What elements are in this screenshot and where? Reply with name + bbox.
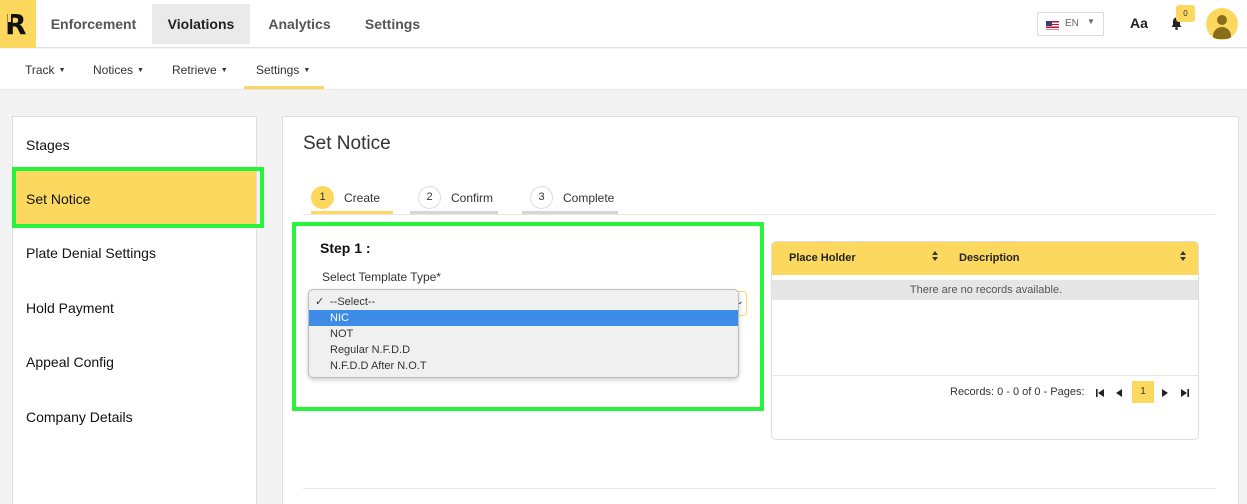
sub-nav: Track ▼ Notices ▼ Retrieve ▼ Settings ▼ bbox=[0, 49, 1247, 90]
highlight-box-sidebar bbox=[12, 167, 264, 228]
notification-badge: 0 bbox=[1176, 5, 1195, 22]
chevron-down-icon: ▼ bbox=[58, 67, 66, 74]
avatar-body bbox=[1213, 27, 1231, 39]
content-bottom-divider bbox=[303, 488, 1215, 489]
chevron-down-icon: ▼ bbox=[220, 67, 228, 74]
table-footer-divider bbox=[772, 375, 1198, 376]
side-item-plate-denial-settings[interactable]: Plate Denial Settings bbox=[13, 225, 256, 281]
tab-settings[interactable]: Settings bbox=[350, 4, 435, 44]
current-page-button[interactable]: 1 bbox=[1132, 381, 1154, 403]
column-header-description[interactable]: Description bbox=[959, 252, 1020, 264]
step-tab-create[interactable]: 1 Create bbox=[311, 186, 393, 215]
step-label: Confirm bbox=[451, 191, 494, 205]
step-number: 1 bbox=[311, 186, 334, 209]
step-label: Create bbox=[344, 191, 381, 205]
language-select[interactable]: EN ▼ bbox=[1037, 12, 1104, 36]
chevron-down-icon: ▼ bbox=[1087, 17, 1095, 26]
tab-analytics[interactable]: Analytics bbox=[252, 4, 347, 44]
subnav-retrieve[interactable]: Retrieve ▼ bbox=[172, 63, 228, 77]
steps-divider bbox=[303, 214, 1215, 215]
font-size-label: Aa bbox=[1130, 15, 1148, 31]
sort-icon[interactable] bbox=[932, 250, 939, 264]
tab-violations[interactable]: Violations bbox=[152, 4, 250, 44]
subnav-active-indicator bbox=[244, 86, 324, 89]
tab-enforcement[interactable]: Enforcement bbox=[36, 4, 151, 44]
avatar-head bbox=[1217, 15, 1227, 25]
highlight-box-step bbox=[292, 222, 764, 411]
subnav-notices-label: Notices bbox=[93, 63, 134, 77]
next-page-icon[interactable] bbox=[1160, 388, 1170, 398]
side-item-stages[interactable]: Stages bbox=[13, 117, 256, 173]
step-number: 3 bbox=[530, 186, 553, 209]
side-item-appeal-config[interactable]: Appeal Config bbox=[13, 334, 256, 390]
side-item-company-details[interactable]: Company Details bbox=[13, 389, 256, 445]
column-header-place-holder[interactable]: Place Holder bbox=[789, 252, 856, 264]
language-code: EN bbox=[1065, 18, 1079, 29]
pager-summary: Records: 0 - 0 of 0 - Pages: bbox=[950, 386, 1085, 398]
first-page-icon[interactable] bbox=[1095, 388, 1105, 398]
subnav-track-label: Track bbox=[25, 63, 55, 77]
side-item-hold-payment[interactable]: Hold Payment bbox=[13, 280, 256, 336]
sort-icon[interactable] bbox=[1180, 250, 1187, 264]
subnav-notices[interactable]: Notices ▼ bbox=[93, 63, 144, 77]
last-page-icon[interactable] bbox=[1180, 388, 1190, 398]
table-header: Place Holder Description bbox=[772, 242, 1198, 275]
step-number: 2 bbox=[418, 186, 441, 209]
step-label: Complete bbox=[563, 191, 615, 205]
step-tab-confirm[interactable]: 2 Confirm bbox=[410, 186, 498, 215]
page-title: Set Notice bbox=[303, 133, 391, 154]
subnav-retrieve-label: Retrieve bbox=[172, 63, 217, 77]
step-tab-complete[interactable]: 3 Complete bbox=[522, 186, 618, 215]
top-bar: R Enforcement Violations Analytics Setti… bbox=[0, 0, 1247, 48]
subnav-settings-label: Settings bbox=[256, 63, 300, 77]
avatar[interactable] bbox=[1206, 8, 1238, 40]
subnav-track[interactable]: Track ▼ bbox=[25, 63, 66, 77]
empty-table-message: There are no records available. bbox=[772, 280, 1198, 300]
subnav-settings[interactable]: Settings ▼ bbox=[256, 63, 310, 77]
us-flag-icon bbox=[1046, 21, 1059, 30]
logo-tick bbox=[8, 14, 11, 22]
prev-page-icon[interactable] bbox=[1114, 388, 1124, 398]
logo-letter: R bbox=[5, 8, 27, 41]
font-size-icon[interactable]: Aa bbox=[1130, 15, 1148, 31]
placeholder-table: Place Holder Description There are no re… bbox=[771, 241, 1199, 440]
app-logo[interactable]: R bbox=[0, 0, 36, 48]
chevron-down-icon: ▼ bbox=[303, 67, 311, 74]
chevron-down-icon: ▼ bbox=[137, 67, 144, 74]
